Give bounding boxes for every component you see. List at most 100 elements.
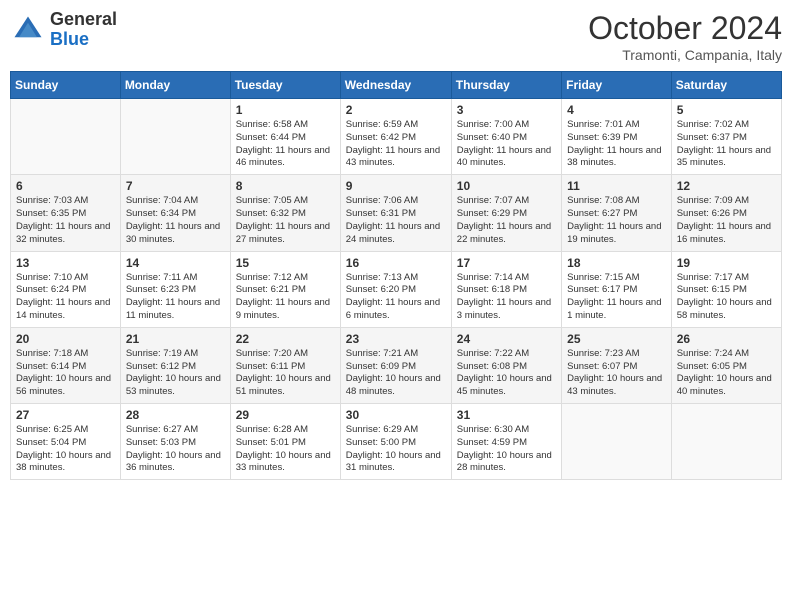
calendar-cell: 9Sunrise: 7:06 AM Sunset: 6:31 PM Daylig…	[340, 175, 451, 251]
day-number: 29	[236, 408, 335, 422]
calendar-cell: 28Sunrise: 6:27 AM Sunset: 5:03 PM Dayli…	[120, 404, 230, 480]
calendar-cell: 10Sunrise: 7:07 AM Sunset: 6:29 PM Dayli…	[451, 175, 561, 251]
cell-info: Sunrise: 7:10 AM Sunset: 6:24 PM Dayligh…	[16, 272, 115, 323]
logo: General Blue	[10, 10, 117, 50]
calendar-cell: 8 Sunrise: 7:05 AM Sunset: 6:32 PM Daylig…	[230, 175, 340, 251]
day-number: 1	[236, 103, 335, 117]
day-number: 8	[236, 179, 335, 193]
day-number: 11	[567, 179, 666, 193]
day-number: 23	[346, 332, 446, 346]
day-number: 31	[457, 408, 556, 422]
cell-info: Sunrise: 7:09 AM Sunset: 6:26 PM Dayligh…	[677, 195, 776, 246]
calendar-cell: 19 Sunrise: 7:17 AM Sunset: 6:15 PM Dayli…	[671, 251, 781, 327]
location: Tramonti, Campania, Italy	[588, 47, 782, 63]
day-number: 17	[457, 256, 556, 270]
cell-info: Sunrise: 7:20 AM Sunset: 6:11 PM Dayligh…	[236, 348, 335, 399]
calendar-cell: 17 Sunrise: 7:14 AM Sunset: 6:18 PM Dayli…	[451, 251, 561, 327]
cell-info: Sunrise: 7:00 AM Sunset: 6:40 PM Dayligh…	[457, 119, 556, 170]
calendar-cell: 1 Sunrise: 6:58 AM Sunset: 6:44 PM Daylig…	[230, 99, 340, 175]
calendar-cell: 31 Sunrise: 6:30 AM Sunset: 4:59 PM Dayli…	[451, 404, 561, 480]
calendar-cell: 11 Sunrise: 7:08 AM Sunset: 6:27 PM Dayli…	[562, 175, 672, 251]
calendar-cell: 20 Sunrise: 7:18 AM Sunset: 6:14 PM Dayli…	[11, 327, 121, 403]
calendar-cell: 29 Sunrise: 6:28 AM Sunset: 5:01 PM Dayli…	[230, 404, 340, 480]
calendar-cell	[562, 404, 672, 480]
logo-text: General Blue	[50, 10, 117, 50]
day-number: 27	[16, 408, 115, 422]
calendar-cell: 26 Sunrise: 7:24 AM Sunset: 6:05 PM Dayli…	[671, 327, 781, 403]
calendar-cell: 5 Sunrise: 7:02 AM Sunset: 6:37 PM Daylig…	[671, 99, 781, 175]
cell-info: Sunrise: 7:07 AM Sunset: 6:29 PM Dayligh…	[457, 195, 556, 246]
calendar-header-wednesday: Wednesday	[340, 72, 451, 99]
cell-info: Sunrise: 7:03 AM Sunset: 6:35 PM Dayligh…	[16, 195, 115, 246]
calendar-week-4: 20 Sunrise: 7:18 AM Sunset: 6:14 PM Dayli…	[11, 327, 782, 403]
calendar-week-3: 13 Sunrise: 7:10 AM Sunset: 6:24 PM Dayli…	[11, 251, 782, 327]
calendar-cell: 3 Sunrise: 7:00 AM Sunset: 6:40 PM Daylig…	[451, 99, 561, 175]
calendar-cell: 16Sunrise: 7:13 AM Sunset: 6:20 PM Dayli…	[340, 251, 451, 327]
cell-info: Sunrise: 6:58 AM Sunset: 6:44 PM Dayligh…	[236, 119, 335, 170]
cell-info: Sunrise: 7:05 AM Sunset: 6:32 PM Dayligh…	[236, 195, 335, 246]
cell-info: Sunrise: 7:11 AM Sunset: 6:23 PM Dayligh…	[126, 272, 225, 323]
cell-info: Sunrise: 7:24 AM Sunset: 6:05 PM Dayligh…	[677, 348, 776, 399]
day-number: 12	[677, 179, 776, 193]
day-number: 30	[346, 408, 446, 422]
day-number: 13	[16, 256, 115, 270]
calendar-week-5: 27 Sunrise: 6:25 AM Sunset: 5:04 PM Dayli…	[11, 404, 782, 480]
day-number: 5	[677, 103, 776, 117]
calendar-cell: 18Sunrise: 7:15 AM Sunset: 6:17 PM Dayli…	[562, 251, 672, 327]
day-number: 24	[457, 332, 556, 346]
month-title: October 2024	[588, 10, 782, 47]
day-number: 19	[677, 256, 776, 270]
logo-general: General	[50, 9, 117, 29]
calendar-cell: 15 Sunrise: 7:12 AM Sunset: 6:21 PM Dayli…	[230, 251, 340, 327]
cell-info: Sunrise: 7:18 AM Sunset: 6:14 PM Dayligh…	[16, 348, 115, 399]
page-header: General Blue October 2024 Tramonti, Camp…	[10, 10, 782, 63]
day-number: 7	[126, 179, 225, 193]
cell-info: Sunrise: 7:14 AM Sunset: 6:18 PM Dayligh…	[457, 272, 556, 323]
cell-info: Sunrise: 7:08 AM Sunset: 6:27 PM Dayligh…	[567, 195, 666, 246]
day-number: 25	[567, 332, 666, 346]
calendar-cell	[11, 99, 121, 175]
logo-icon	[10, 12, 46, 48]
calendar-cell: 7 Sunrise: 7:04 AM Sunset: 6:34 PM Daylig…	[120, 175, 230, 251]
calendar-header-saturday: Saturday	[671, 72, 781, 99]
calendar-cell: 23 Sunrise: 7:21 AM Sunset: 6:09 PM Dayli…	[340, 327, 451, 403]
day-number: 26	[677, 332, 776, 346]
day-number: 14	[126, 256, 225, 270]
calendar-cell: 2 Sunrise: 6:59 AM Sunset: 6:42 PM Daylig…	[340, 99, 451, 175]
calendar-cell: 27 Sunrise: 6:25 AM Sunset: 5:04 PM Dayli…	[11, 404, 121, 480]
calendar-cell: 6 Sunrise: 7:03 AM Sunset: 6:35 PM Daylig…	[11, 175, 121, 251]
cell-info: Sunrise: 7:02 AM Sunset: 6:37 PM Dayligh…	[677, 119, 776, 170]
calendar-cell: 14 Sunrise: 7:11 AM Sunset: 6:23 PM Dayli…	[120, 251, 230, 327]
cell-info: Sunrise: 6:28 AM Sunset: 5:01 PM Dayligh…	[236, 424, 335, 475]
calendar-header-thursday: Thursday	[451, 72, 561, 99]
cell-info: Sunrise: 7:19 AM Sunset: 6:12 PM Dayligh…	[126, 348, 225, 399]
day-number: 3	[457, 103, 556, 117]
day-number: 6	[16, 179, 115, 193]
calendar-cell: 30 Sunrise: 6:29 AM Sunset: 5:00 PM Dayli…	[340, 404, 451, 480]
cell-info: Sunrise: 6:59 AM Sunset: 6:42 PM Dayligh…	[346, 119, 446, 170]
day-number: 15	[236, 256, 335, 270]
cell-info: Sunrise: 7:12 AM Sunset: 6:21 PM Dayligh…	[236, 272, 335, 323]
cell-info: Sunrise: 7:04 AM Sunset: 6:34 PM Dayligh…	[126, 195, 225, 246]
cell-info: Sunrise: 6:27 AM Sunset: 5:03 PM Dayligh…	[126, 424, 225, 475]
calendar-table: SundayMondayTuesdayWednesdayThursdayFrid…	[10, 71, 782, 480]
title-block: October 2024 Tramonti, Campania, Italy	[588, 10, 782, 63]
calendar-cell: 13 Sunrise: 7:10 AM Sunset: 6:24 PM Dayli…	[11, 251, 121, 327]
day-number: 2	[346, 103, 446, 117]
calendar-header-tuesday: Tuesday	[230, 72, 340, 99]
day-number: 20	[16, 332, 115, 346]
cell-info: Sunrise: 6:29 AM Sunset: 5:00 PM Dayligh…	[346, 424, 446, 475]
calendar-cell: 24Sunrise: 7:22 AM Sunset: 6:08 PM Dayli…	[451, 327, 561, 403]
calendar-cell: 25Sunrise: 7:23 AM Sunset: 6:07 PM Dayli…	[562, 327, 672, 403]
cell-info: Sunrise: 6:25 AM Sunset: 5:04 PM Dayligh…	[16, 424, 115, 475]
cell-info: Sunrise: 7:13 AM Sunset: 6:20 PM Dayligh…	[346, 272, 446, 323]
cell-info: Sunrise: 7:17 AM Sunset: 6:15 PM Dayligh…	[677, 272, 776, 323]
calendar-cell	[671, 404, 781, 480]
calendar-cell: 12 Sunrise: 7:09 AM Sunset: 6:26 PM Dayli…	[671, 175, 781, 251]
calendar-week-2: 6 Sunrise: 7:03 AM Sunset: 6:35 PM Daylig…	[11, 175, 782, 251]
day-number: 9	[346, 179, 446, 193]
calendar-header-friday: Friday	[562, 72, 672, 99]
cell-info: Sunrise: 7:21 AM Sunset: 6:09 PM Dayligh…	[346, 348, 446, 399]
cell-info: Sunrise: 6:30 AM Sunset: 4:59 PM Dayligh…	[457, 424, 556, 475]
calendar-header-monday: Monday	[120, 72, 230, 99]
